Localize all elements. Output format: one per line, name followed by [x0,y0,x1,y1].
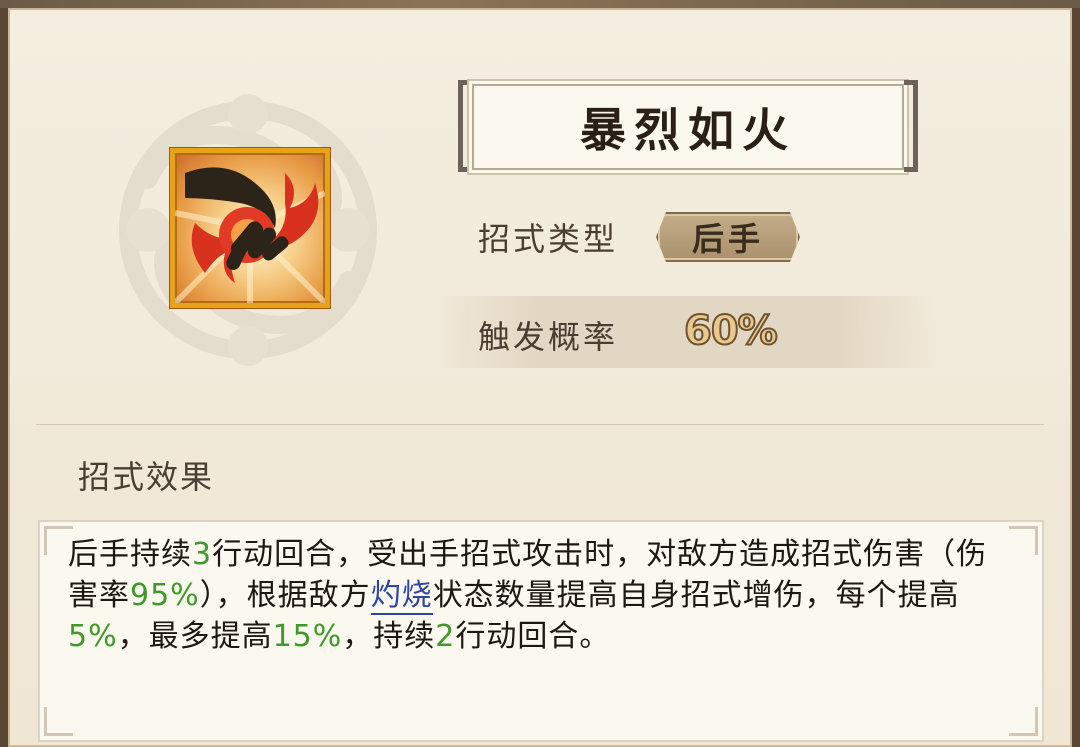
effect-text-part: ），根据敌方 [199,578,371,613]
effect-text-part: ，最多提高 [117,619,273,654]
skill-type-badge: 后手 [656,212,800,262]
effect-number: 2 [435,619,456,654]
flame-fist-icon [175,167,325,303]
corner-ornament [1009,526,1038,555]
effect-description-box: 后手持续3行动回合，受出手招式攻击时，对敌方造成招式伤害（伤害率95%），根据敌… [38,520,1044,742]
corner-ornament [1009,707,1038,736]
effect-text-part: 行动回合。 [455,619,611,654]
effect-heading: 招式效果 [78,458,215,496]
skill-type-value: 后手 [691,220,764,258]
burn-status-keyword-link[interactable]: 灼烧 [370,578,433,615]
skill-name: 暴烈如火 [580,103,796,157]
effect-text-part: 状态数量提高自身招式增伤，每个提高 [432,578,960,613]
window-top-frame [0,0,1080,8]
effect-number: 95% [130,578,200,613]
section-divider [36,424,1044,425]
skill-type-label: 招式类型 [478,220,619,258]
effect-text-part: 后手持续 [68,537,192,572]
effect-number: 5% [68,619,118,654]
effect-text-part: ，持续 [342,619,436,654]
corner-ornament [44,707,73,736]
skill-title-plate: 暴烈如火 [472,84,904,170]
trigger-probability-value: 60% [683,307,779,355]
skill-icon[interactable] [170,148,330,308]
title-bracket-left [458,80,472,172]
trigger-probability-label: 触发概率 [478,318,619,356]
skill-title-frame: 暴烈如火 [458,80,918,172]
effect-number: 15% [272,619,343,654]
effect-number: 3 [192,537,213,572]
title-bracket-right [904,80,918,172]
effect-description: 后手持续3行动回合，受出手招式攻击时，对敌方造成招式伤害（伤害率95%），根据敌… [68,534,1008,657]
